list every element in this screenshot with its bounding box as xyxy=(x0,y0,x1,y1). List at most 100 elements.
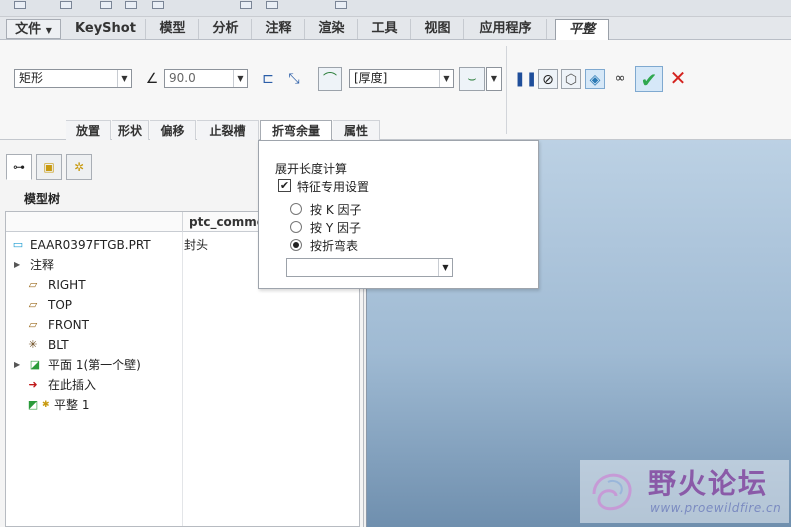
tree-row-top[interactable]: ▱ TOP xyxy=(8,295,348,315)
tree-row-label: 平面 1(第一个壁) xyxy=(48,358,141,372)
developed-length-heading: 展开长度计算 xyxy=(275,162,348,176)
subtab-bend-allowance[interactable]: 折弯余量 xyxy=(260,120,332,140)
tree-row-label: TOP xyxy=(48,298,73,312)
flip-direction-icon[interactable]: ⤡ xyxy=(284,69,304,89)
tree-row-flatten[interactable]: ◩ ✱ 平整 1 xyxy=(8,395,348,415)
tab-model[interactable]: 模型 xyxy=(147,19,199,39)
tab-tools[interactable]: 工具 xyxy=(359,19,411,39)
part-icon: ▭ xyxy=(12,238,24,251)
thickness-select[interactable]: [厚度] ▼ xyxy=(349,69,454,88)
tree-row-common-name: 封头 xyxy=(184,238,209,252)
tree-row-planar-wall[interactable]: ▶ ◪ 平面 1(第一个壁) xyxy=(14,355,354,375)
tree-row-label: FRONT xyxy=(48,318,89,332)
close-icon: ✕ xyxy=(669,66,687,90)
new-icon[interactable] xyxy=(14,1,26,9)
expand-arrow-icon[interactable]: ▶ xyxy=(14,255,24,275)
tab-keyshot[interactable]: KeyShot xyxy=(66,19,146,39)
windows-icon[interactable] xyxy=(266,1,278,9)
insert-arrow-icon: ➜ xyxy=(28,378,38,391)
subtab-relief[interactable]: 止裂槽 xyxy=(197,120,259,140)
tree-row-label: 平整 1 xyxy=(54,398,90,412)
tab-flatten[interactable]: 平整 xyxy=(555,19,609,41)
regenerate-icon[interactable] xyxy=(240,1,252,9)
folder-browser-tab[interactable]: ▣ xyxy=(36,154,62,180)
chevron-down-icon: ▼ xyxy=(439,70,453,87)
chevron-down-icon: ▼ xyxy=(45,26,52,35)
bend-radius-dropdown[interactable]: ▼ xyxy=(486,67,502,91)
k-factor-radio[interactable] xyxy=(290,203,302,215)
feature-specific-label: 特征专用设置 xyxy=(297,180,370,194)
angle-icon: ∠ xyxy=(145,71,159,87)
ribbon: 矩形 ▼ ∠ 90.0 ▼ ⊏ ⤡ ⌒ [厚度] ▼ ⌐ ⌣ ▼ ❚❚ ⊘ ⬡ … xyxy=(0,40,791,140)
bend-radius-type-icon[interactable]: ⌣ xyxy=(459,67,485,91)
menu-bar: 文件 ▼ KeyShot 模型 分析 注释 渲染 工具 视图 应用程序 平整 xyxy=(0,17,791,41)
watermark-logo-icon xyxy=(592,473,632,511)
coordinate-system-icon: ✳ xyxy=(28,338,38,351)
datum-plane-icon: ▱ xyxy=(28,278,38,291)
folder-icon: ▣ xyxy=(43,160,55,174)
model-tree-tab[interactable]: ⊶ xyxy=(6,154,32,180)
save-icon[interactable] xyxy=(100,1,112,9)
expand-arrow-icon[interactable]: ▶ xyxy=(14,355,24,375)
close-window-icon[interactable] xyxy=(335,1,347,9)
no-preview-icon[interactable]: ⊘ xyxy=(538,69,558,89)
favorites-tab[interactable]: ✲ xyxy=(66,154,92,180)
tab-file[interactable]: 文件 ▼ xyxy=(6,19,61,39)
bend-inside-icon[interactable]: ⌒ xyxy=(318,67,342,91)
tab-analysis[interactable]: 分析 xyxy=(200,19,252,39)
bend-table-radio[interactable] xyxy=(290,239,302,251)
star-folder-icon: ✲ xyxy=(73,160,85,174)
pause-icon[interactable]: ❚❚ xyxy=(514,69,537,89)
bend-table-label: 按折弯表 xyxy=(310,239,359,253)
shape-select[interactable]: 矩形 ▼ xyxy=(14,69,132,88)
tree-icon: ⊶ xyxy=(13,160,25,174)
subtab-placement[interactable]: 放置 xyxy=(66,120,111,140)
y-factor-radio[interactable] xyxy=(290,221,302,233)
feature-specific-checkbox[interactable]: ✔ xyxy=(278,179,291,192)
chevron-down-icon: ▼ xyxy=(438,259,452,276)
tab-render[interactable]: 渲染 xyxy=(306,19,358,39)
checkmark-icon: ✔ xyxy=(640,68,658,92)
undo-icon[interactable] xyxy=(125,1,137,9)
planar-wall-icon: ◪ xyxy=(29,358,41,371)
datum-plane-icon: ▱ xyxy=(28,298,38,311)
tab-annotate[interactable]: 注释 xyxy=(253,19,305,39)
model-tree-title: 模型树 xyxy=(24,192,61,206)
chevron-down-icon: ▼ xyxy=(117,70,131,87)
tree-row-label: 注释 xyxy=(30,258,55,272)
tree-row-insert-here[interactable]: ➜ 在此插入 xyxy=(8,375,348,395)
preview-geometry-icon[interactable]: ⬡ xyxy=(561,69,581,89)
redo-icon[interactable] xyxy=(152,1,164,9)
new-feature-star-icon: ✱ xyxy=(42,400,50,410)
confirm-button[interactable]: ✔ xyxy=(635,66,663,92)
y-factor-label: 按 Y 因子 xyxy=(310,221,361,235)
tree-row-label: BLT xyxy=(48,338,69,352)
bend-table-select[interactable]: ▼ xyxy=(286,258,453,277)
edge-type-icon[interactable]: ⊏ xyxy=(258,69,278,89)
thickness-select-value: [厚度] xyxy=(354,71,388,85)
cancel-button[interactable]: ✕ xyxy=(668,68,688,88)
tab-applications[interactable]: 应用程序 xyxy=(465,19,547,39)
feature-preview-icon[interactable]: ◈ xyxy=(585,69,605,89)
subtab-offset[interactable]: 偏移 xyxy=(150,120,196,140)
shape-select-value: 矩形 xyxy=(19,71,44,85)
tab-view[interactable]: 视图 xyxy=(412,19,464,39)
datum-plane-icon: ▱ xyxy=(28,318,38,331)
chevron-down-icon: ▼ xyxy=(490,74,498,83)
verify-mode-icon[interactable]: ∞ xyxy=(610,69,630,89)
k-factor-label: 按 K 因子 xyxy=(310,203,362,217)
tree-row-front[interactable]: ▱ FRONT xyxy=(8,315,348,335)
tree-row-blt[interactable]: ✳ BLT xyxy=(8,335,348,355)
watermark: 野火论坛 www.proewildfire.cn xyxy=(580,460,789,523)
watermark-url: www.proewildfire.cn xyxy=(650,501,782,515)
tree-row-label: EAAR0397FTGB.PRT xyxy=(30,238,151,252)
open-icon[interactable] xyxy=(60,1,72,9)
subtab-shape[interactable]: 形状 xyxy=(112,120,149,140)
ribbon-divider xyxy=(506,46,507,134)
flatten-feature-icon: ◩ xyxy=(27,398,39,411)
quick-access-toolbar xyxy=(0,0,791,17)
angle-input[interactable]: 90.0 ▼ xyxy=(164,69,248,88)
subtab-properties[interactable]: 属性 xyxy=(333,120,380,140)
watermark-name: 野火论坛 xyxy=(648,467,769,500)
chevron-down-icon: ▼ xyxy=(233,70,247,87)
